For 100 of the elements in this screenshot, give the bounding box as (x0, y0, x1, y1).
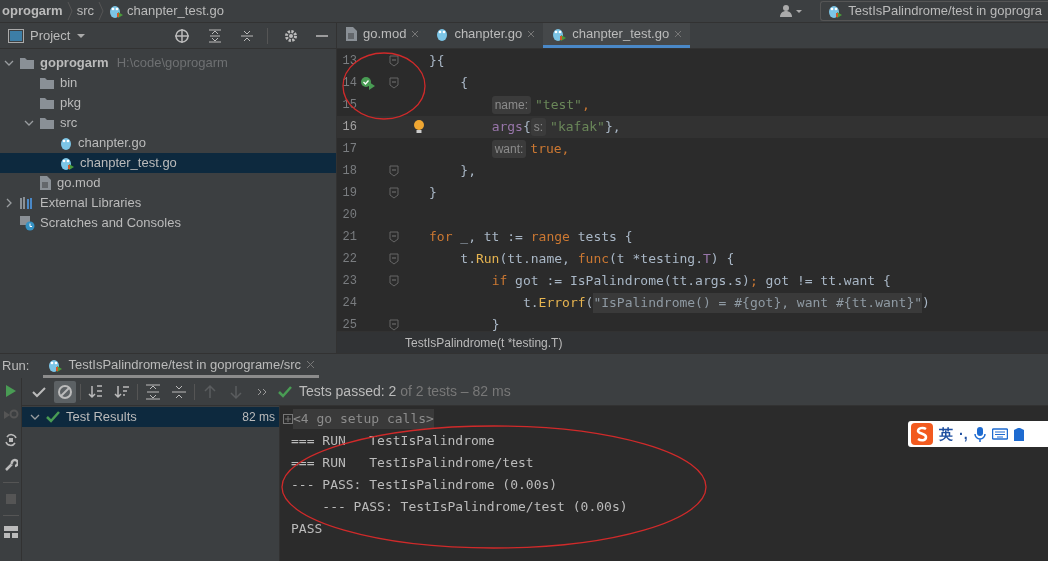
locate-icon[interactable] (174, 27, 190, 44)
project-view-dropdown[interactable]: Project (30, 25, 71, 46)
tree-item[interactable]: pkg (0, 93, 336, 113)
input-language-label[interactable]: 英 (939, 423, 953, 445)
ime-toolbar[interactable]: 英 ·, (908, 421, 1048, 447)
folder-icon (19, 56, 35, 70)
fold-marker-icon[interactable] (389, 187, 399, 199)
line-number: 16 (341, 119, 357, 136)
expand-all-icon[interactable] (208, 28, 222, 43)
tree-item[interactable]: External Libraries (0, 193, 336, 213)
tree-item[interactable]: src (0, 113, 336, 133)
line-number: 25 (341, 317, 357, 331)
code-line: }{ (429, 52, 445, 71)
console-output-line: --- PASS: TestIsPalindrome (0.00s) (290, 476, 558, 495)
ignored-icon[interactable] (57, 383, 73, 400)
collapse-all-icon[interactable] (240, 28, 254, 43)
gopher-test-icon (108, 3, 124, 19)
editor-tab[interactable]: chanpter_test.go (543, 23, 691, 48)
fold-marker-icon[interactable] (389, 319, 399, 331)
console-output-line: === RUN TestIsPalindrome (290, 432, 495, 451)
chevron-down-icon[interactable] (30, 412, 40, 422)
passed-check-icon (46, 411, 60, 423)
editor-tab[interactable]: chanpter.go (427, 23, 544, 48)
test-status-text: Tests passed: 2 of 2 tests – 82 ms (299, 382, 511, 401)
close-icon[interactable] (306, 360, 316, 369)
gopher-icon (435, 26, 450, 42)
sort-by-duration-icon[interactable] (114, 383, 130, 400)
line-number: 18 (341, 163, 357, 180)
collapse-all-icon[interactable] (171, 383, 187, 400)
code-line: } (429, 184, 437, 203)
fold-marker-icon[interactable] (389, 231, 399, 243)
fold-marker-icon[interactable] (389, 165, 399, 177)
test-result-item[interactable]: Test Results 82 ms (22, 407, 279, 427)
gopher-icon (59, 135, 73, 151)
code-line: args{ s: "kafak"}, (490, 117, 621, 137)
sort-alphabetically-icon[interactable] (88, 383, 104, 400)
settings-icon[interactable] (284, 28, 298, 43)
close-icon[interactable] (527, 30, 536, 38)
code-line: }, (459, 162, 476, 181)
folded-output[interactable]: <4 go setup calls> (293, 409, 434, 429)
tree-item[interactable]: bin (0, 73, 336, 93)
folder-icon (39, 96, 55, 110)
code-line: if got := IsPalindrome(tt.args.s); got != tt.want { (490, 272, 891, 291)
line-number: 23 (341, 273, 357, 290)
tree-item[interactable]: go.mod (0, 173, 336, 193)
fold-marker-icon[interactable] (389, 253, 399, 265)
breadcrumb-item[interactable]: TestIsPalindrome(t *testing.T) (405, 333, 563, 352)
folder-icon (39, 76, 55, 90)
tree-item[interactable]: Scratches and Consoles (0, 213, 336, 233)
toggle-auto-test-icon[interactable] (3, 432, 18, 448)
library-icon (19, 196, 35, 210)
sogou-logo-icon (911, 423, 933, 445)
chevron-right-icon (96, 0, 106, 22)
run-test-icon[interactable] (360, 76, 376, 90)
breadcrumb-item[interactable]: chanpter_test.go (127, 1, 224, 21)
fold-marker-icon[interactable] (389, 275, 399, 287)
console-output-line: PASS (290, 520, 323, 539)
code-line: for _, tt := range tests { (429, 228, 633, 247)
chevron-down-icon[interactable] (24, 118, 34, 128)
line-number: 19 (341, 185, 357, 202)
project-panel-icon (8, 28, 24, 43)
fold-marker-icon[interactable] (389, 55, 399, 67)
code-line: want: true, (429, 139, 570, 159)
expand-all-icon[interactable] (145, 383, 161, 400)
console-output-line: --- PASS: TestIsPalindrome/test (0.00s) (321, 498, 628, 517)
run-icon[interactable] (4, 384, 17, 398)
file-icon (345, 26, 358, 42)
tree-item[interactable]: chanpter.go (0, 133, 336, 153)
line-number: 17 (341, 141, 357, 158)
gopher-test-icon (827, 3, 844, 19)
code-line: name: "test", (429, 95, 590, 115)
breadcrumb-item[interactable]: oprogarm (2, 1, 63, 21)
caret-down-icon (76, 32, 87, 39)
chevron-right-icon (64, 0, 75, 22)
expand-fold-icon[interactable] (283, 414, 293, 424)
line-number: 22 (341, 251, 357, 268)
close-icon[interactable] (411, 30, 420, 38)
scratch-console-icon (19, 215, 35, 231)
close-icon[interactable] (674, 30, 683, 38)
line-number: 21 (341, 229, 357, 246)
run-configuration-selector[interactable]: TestIsPalindrome/test in goprogra (820, 1, 1048, 21)
wrench-icon[interactable] (3, 458, 18, 472)
punctuation-mode-label[interactable]: ·, (959, 423, 968, 445)
breadcrumb-item[interactable]: src (76, 1, 94, 21)
code-line: } (490, 316, 500, 331)
lightbulb-icon[interactable] (413, 119, 425, 135)
editor-tab[interactable]: go.mod (337, 23, 428, 48)
file-icon (39, 175, 52, 191)
microphone-icon[interactable] (973, 426, 986, 442)
gopher-test-icon (551, 26, 568, 42)
chevron-down-icon[interactable] (4, 58, 14, 68)
line-number: 20 (341, 207, 357, 224)
code-line: t.Errorf("IsPalindrome() = #{got}, want #{tt.want}") (521, 293, 930, 313)
code-line: { (459, 74, 469, 93)
chevron-right-icon[interactable] (4, 198, 14, 208)
user-icon[interactable] (780, 4, 805, 18)
layout-icon[interactable] (3, 526, 18, 538)
fold-marker-icon[interactable] (389, 77, 399, 89)
keyboard-icon[interactable] (991, 428, 1008, 440)
tree-item[interactable]: chanpter_test.go (0, 153, 336, 173)
